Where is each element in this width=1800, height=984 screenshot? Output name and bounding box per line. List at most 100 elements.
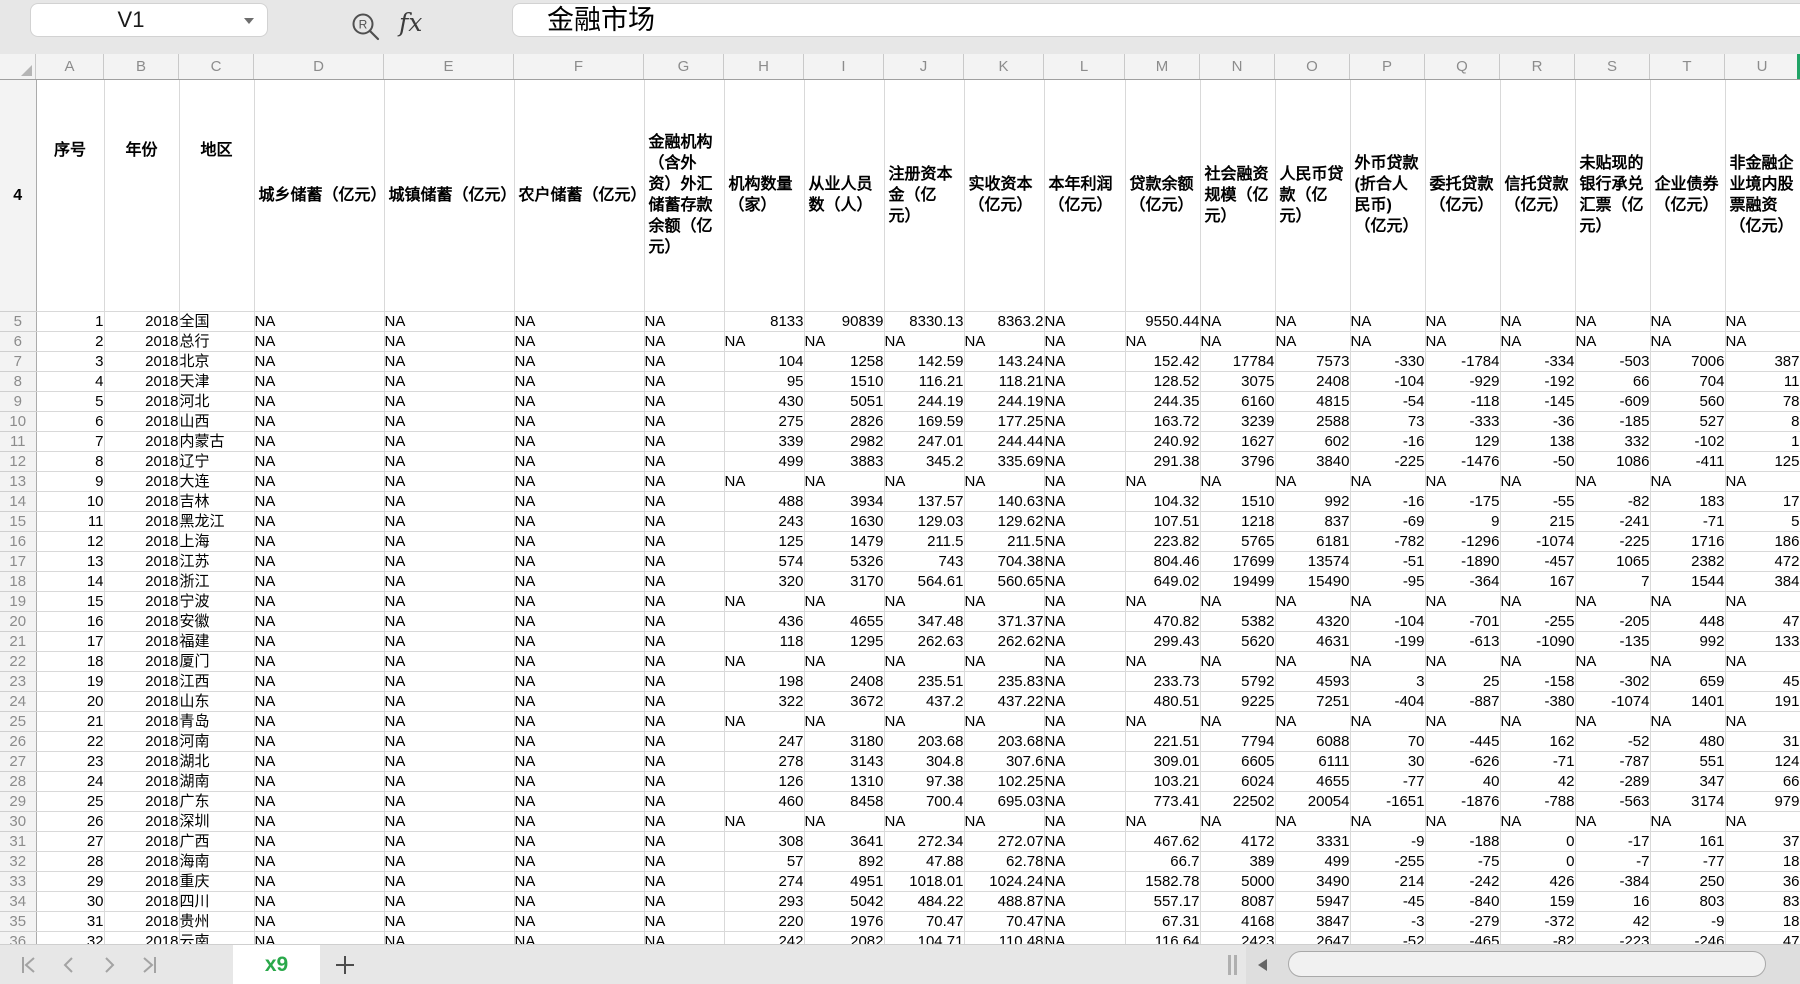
cell[interactable]: NA (644, 871, 725, 892)
cell[interactable]: 3143 (804, 751, 885, 772)
row-header[interactable]: 18 (0, 571, 37, 592)
cell[interactable]: 湖北 (179, 751, 255, 772)
cell[interactable]: 2018 (104, 431, 180, 452)
cell[interactable]: 20 (36, 691, 105, 712)
cell[interactable]: NA (1044, 311, 1126, 332)
cell[interactable]: 1310 (804, 771, 885, 792)
cell[interactable]: 36 (1725, 871, 1800, 892)
cell[interactable]: -1074 (1575, 691, 1651, 712)
cell[interactable]: NA (514, 891, 645, 912)
cell[interactable]: NA (514, 671, 645, 692)
cell[interactable]: -1784 (1425, 351, 1501, 372)
cell[interactable]: 2018 (104, 711, 180, 732)
cell[interactable]: 上海 (179, 531, 255, 552)
cell[interactable]: -50 (1500, 451, 1576, 472)
cell[interactable]: -175 (1425, 491, 1501, 512)
cell[interactable]: 9 (36, 471, 105, 492)
cell[interactable]: 274 (724, 871, 805, 892)
cell[interactable]: 2018 (104, 551, 180, 572)
cell[interactable]: 45 (1725, 671, 1800, 692)
cell[interactable]: 1510 (1200, 491, 1276, 512)
cell[interactable]: 1716 (1650, 531, 1726, 552)
cell[interactable]: 江西 (179, 671, 255, 692)
cell[interactable]: NA (1725, 311, 1800, 332)
header-cell[interactable]: 本年利润（亿元） (1044, 80, 1126, 312)
cell[interactable]: 167 (1500, 571, 1576, 592)
cell[interactable]: -16 (1350, 491, 1426, 512)
cell[interactable]: 66.7 (1125, 851, 1201, 872)
cell[interactable]: 244.19 (964, 391, 1045, 412)
cell[interactable]: 95 (724, 371, 805, 392)
cell[interactable]: 78 (1725, 391, 1800, 412)
cell[interactable]: 广西 (179, 831, 255, 852)
cell[interactable]: 13 (36, 551, 105, 572)
cell[interactable]: 384 (1725, 571, 1800, 592)
cell[interactable]: 307.6 (964, 751, 1045, 772)
column-header-E[interactable]: E (384, 54, 514, 79)
cell[interactable]: NA (384, 451, 515, 472)
cell[interactable]: 7794 (1200, 731, 1276, 752)
cell[interactable]: NA (1044, 751, 1126, 772)
row-header[interactable]: 25 (0, 711, 37, 732)
cell[interactable]: NA (1125, 471, 1201, 492)
cell[interactable]: 308 (724, 831, 805, 852)
cell[interactable]: NA (254, 631, 385, 652)
cell[interactable]: 262.63 (884, 631, 965, 652)
cell[interactable]: -609 (1575, 391, 1651, 412)
cell[interactable]: 1065 (1575, 551, 1651, 572)
cell[interactable]: 177.25 (964, 411, 1045, 432)
cell[interactable]: -1074 (1500, 531, 1576, 552)
cell[interactable]: 5 (36, 391, 105, 412)
cell[interactable]: 320 (724, 571, 805, 592)
cell[interactable]: 67.31 (1125, 911, 1201, 932)
header-cell[interactable]: 年份 (104, 80, 180, 312)
cell[interactable]: 339 (724, 431, 805, 452)
cell[interactable]: 内蒙古 (179, 431, 255, 452)
cell[interactable]: NA (1044, 471, 1126, 492)
cell[interactable]: NA (1044, 831, 1126, 852)
cell[interactable]: 福建 (179, 631, 255, 652)
cell[interactable]: -188 (1425, 831, 1501, 852)
cell[interactable]: 2408 (1275, 371, 1351, 392)
cell[interactable]: 66 (1725, 771, 1800, 792)
cell[interactable]: NA (1500, 711, 1576, 732)
cell[interactable]: NA (1044, 551, 1126, 572)
cell[interactable]: 5042 (804, 891, 885, 912)
cell[interactable]: 47 (1725, 611, 1800, 632)
cell[interactable]: NA (644, 651, 725, 672)
cell[interactable]: NA (1500, 331, 1576, 352)
cell[interactable]: NA (254, 471, 385, 492)
cell[interactable]: 7 (36, 431, 105, 452)
cell[interactable]: 28 (36, 851, 105, 872)
cell[interactable]: 17 (36, 631, 105, 652)
cell[interactable]: 129.62 (964, 511, 1045, 532)
cell[interactable]: NA (1500, 471, 1576, 492)
cell[interactable]: 2018 (104, 731, 180, 752)
cell[interactable]: NA (384, 731, 515, 752)
row-header[interactable]: 33 (0, 871, 37, 892)
cell[interactable]: 2588 (1275, 411, 1351, 432)
cell[interactable]: 2018 (104, 491, 180, 512)
cell[interactable]: -255 (1500, 611, 1576, 632)
cell[interactable]: NA (1044, 531, 1126, 552)
cell[interactable]: NA (384, 611, 515, 632)
cell[interactable]: NA (1200, 471, 1276, 492)
cell[interactable]: 江苏 (179, 551, 255, 572)
cell[interactable]: 2018 (104, 931, 180, 944)
cell[interactable]: 19 (36, 671, 105, 692)
cell[interactable]: NA (384, 391, 515, 412)
cell[interactable]: 244.19 (884, 391, 965, 412)
cell[interactable]: 3239 (1200, 411, 1276, 432)
row-header[interactable]: 11 (0, 431, 37, 452)
cell[interactable]: 7573 (1275, 351, 1351, 372)
cell[interactable]: -225 (1350, 451, 1426, 472)
cell[interactable]: 青岛 (179, 711, 255, 732)
name-box-caret-icon[interactable] (244, 18, 254, 24)
cell[interactable]: 262.62 (964, 631, 1045, 652)
cell[interactable]: 97.38 (884, 771, 965, 792)
cell[interactable]: 42 (1575, 911, 1651, 932)
cell[interactable]: NA (1650, 471, 1726, 492)
cell[interactable]: 2018 (104, 891, 180, 912)
row-header[interactable]: 14 (0, 491, 37, 512)
cell[interactable]: 5620 (1200, 631, 1276, 652)
